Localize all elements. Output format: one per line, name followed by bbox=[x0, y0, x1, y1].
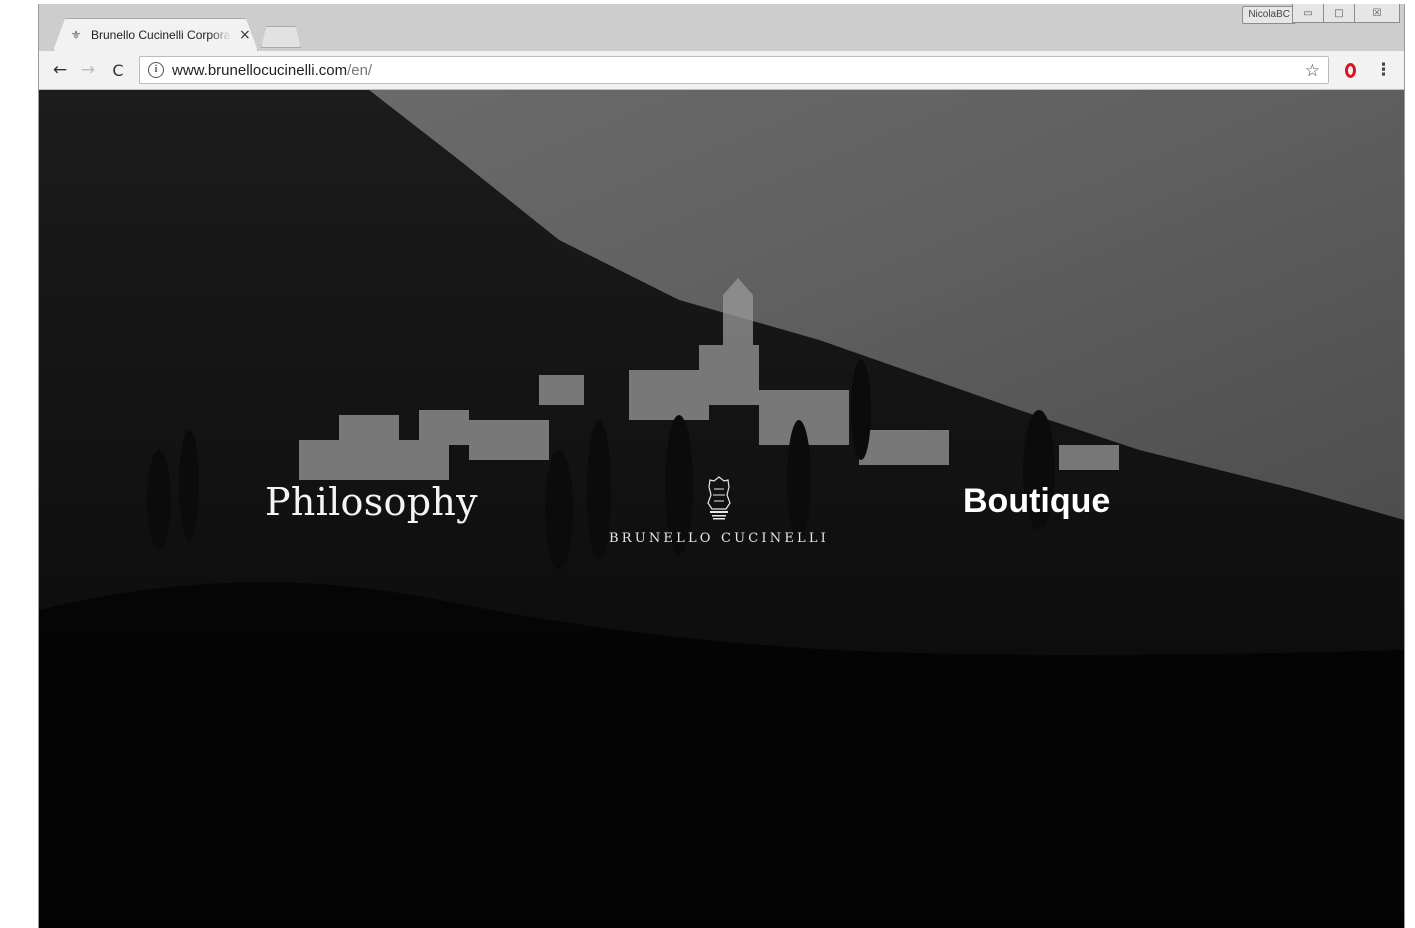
window-controls: ▭ □ ☒ bbox=[1292, 4, 1400, 23]
minimize-button[interactable]: ▭ bbox=[1292, 4, 1324, 23]
tab-title: Brunello Cucinelli Corporate bbox=[91, 27, 231, 42]
brand-logo[interactable]: BRUNELLO CUCINELLI bbox=[599, 475, 839, 546]
close-window-button[interactable]: ☒ bbox=[1354, 4, 1400, 23]
address-bar[interactable]: i www.brunellocucinelli.com/en/ ☆ bbox=[139, 56, 1329, 84]
forward-arrow-icon: → bbox=[80, 60, 96, 80]
site-info-icon[interactable]: i bbox=[148, 62, 164, 78]
url-host: www.brunellocucinelli.com bbox=[172, 61, 348, 79]
boutique-link[interactable]: Boutique bbox=[963, 482, 1110, 521]
back-button[interactable]: ← bbox=[49, 59, 71, 81]
tab-close-icon[interactable]: × bbox=[239, 27, 251, 43]
close-icon: ☒ bbox=[1372, 7, 1382, 19]
profile-button[interactable]: NicolaBC bbox=[1242, 6, 1296, 24]
url-text[interactable]: www.brunellocucinelli.com/en/ bbox=[172, 62, 372, 79]
opera-logo bbox=[1344, 62, 1356, 78]
url-path: /en/ bbox=[347, 61, 373, 79]
minimize-icon: ▭ bbox=[1303, 7, 1313, 19]
crest-icon bbox=[707, 476, 731, 520]
back-arrow-icon: ← bbox=[52, 60, 68, 80]
tab-strip: ⚜ Brunello Cucinelli Corporate × NicolaB… bbox=[39, 4, 1404, 51]
browser-toolbar: ← → C i www.brunellocucinelli.com/en/ ☆ … bbox=[39, 51, 1404, 90]
opera-extension-icon[interactable] bbox=[1341, 61, 1359, 79]
new-tab-button[interactable] bbox=[261, 26, 301, 48]
browser-window: ⚜ Brunello Cucinelli Corporate × NicolaB… bbox=[38, 4, 1405, 928]
brand-name: BRUNELLO CUCINELLI bbox=[608, 531, 830, 546]
maximize-button[interactable]: □ bbox=[1323, 4, 1355, 23]
maximize-icon: □ bbox=[1334, 7, 1344, 19]
philosophy-link[interactable]: Philosophy bbox=[265, 480, 478, 524]
browser-menu-icon[interactable]: ⋮ bbox=[1375, 60, 1392, 80]
active-tab[interactable]: ⚜ Brunello Cucinelli Corporate × bbox=[53, 18, 258, 51]
bookmark-star-icon[interactable]: ☆ bbox=[1305, 61, 1320, 81]
reload-icon: C bbox=[112, 60, 124, 80]
site-favicon-icon: ⚜ bbox=[70, 27, 82, 42]
forward-button[interactable]: → bbox=[77, 59, 99, 81]
hero-page: Philosophy BRUNELLO CUCINELLI Boutique bbox=[39, 90, 1404, 928]
reload-button[interactable]: C bbox=[107, 59, 129, 81]
